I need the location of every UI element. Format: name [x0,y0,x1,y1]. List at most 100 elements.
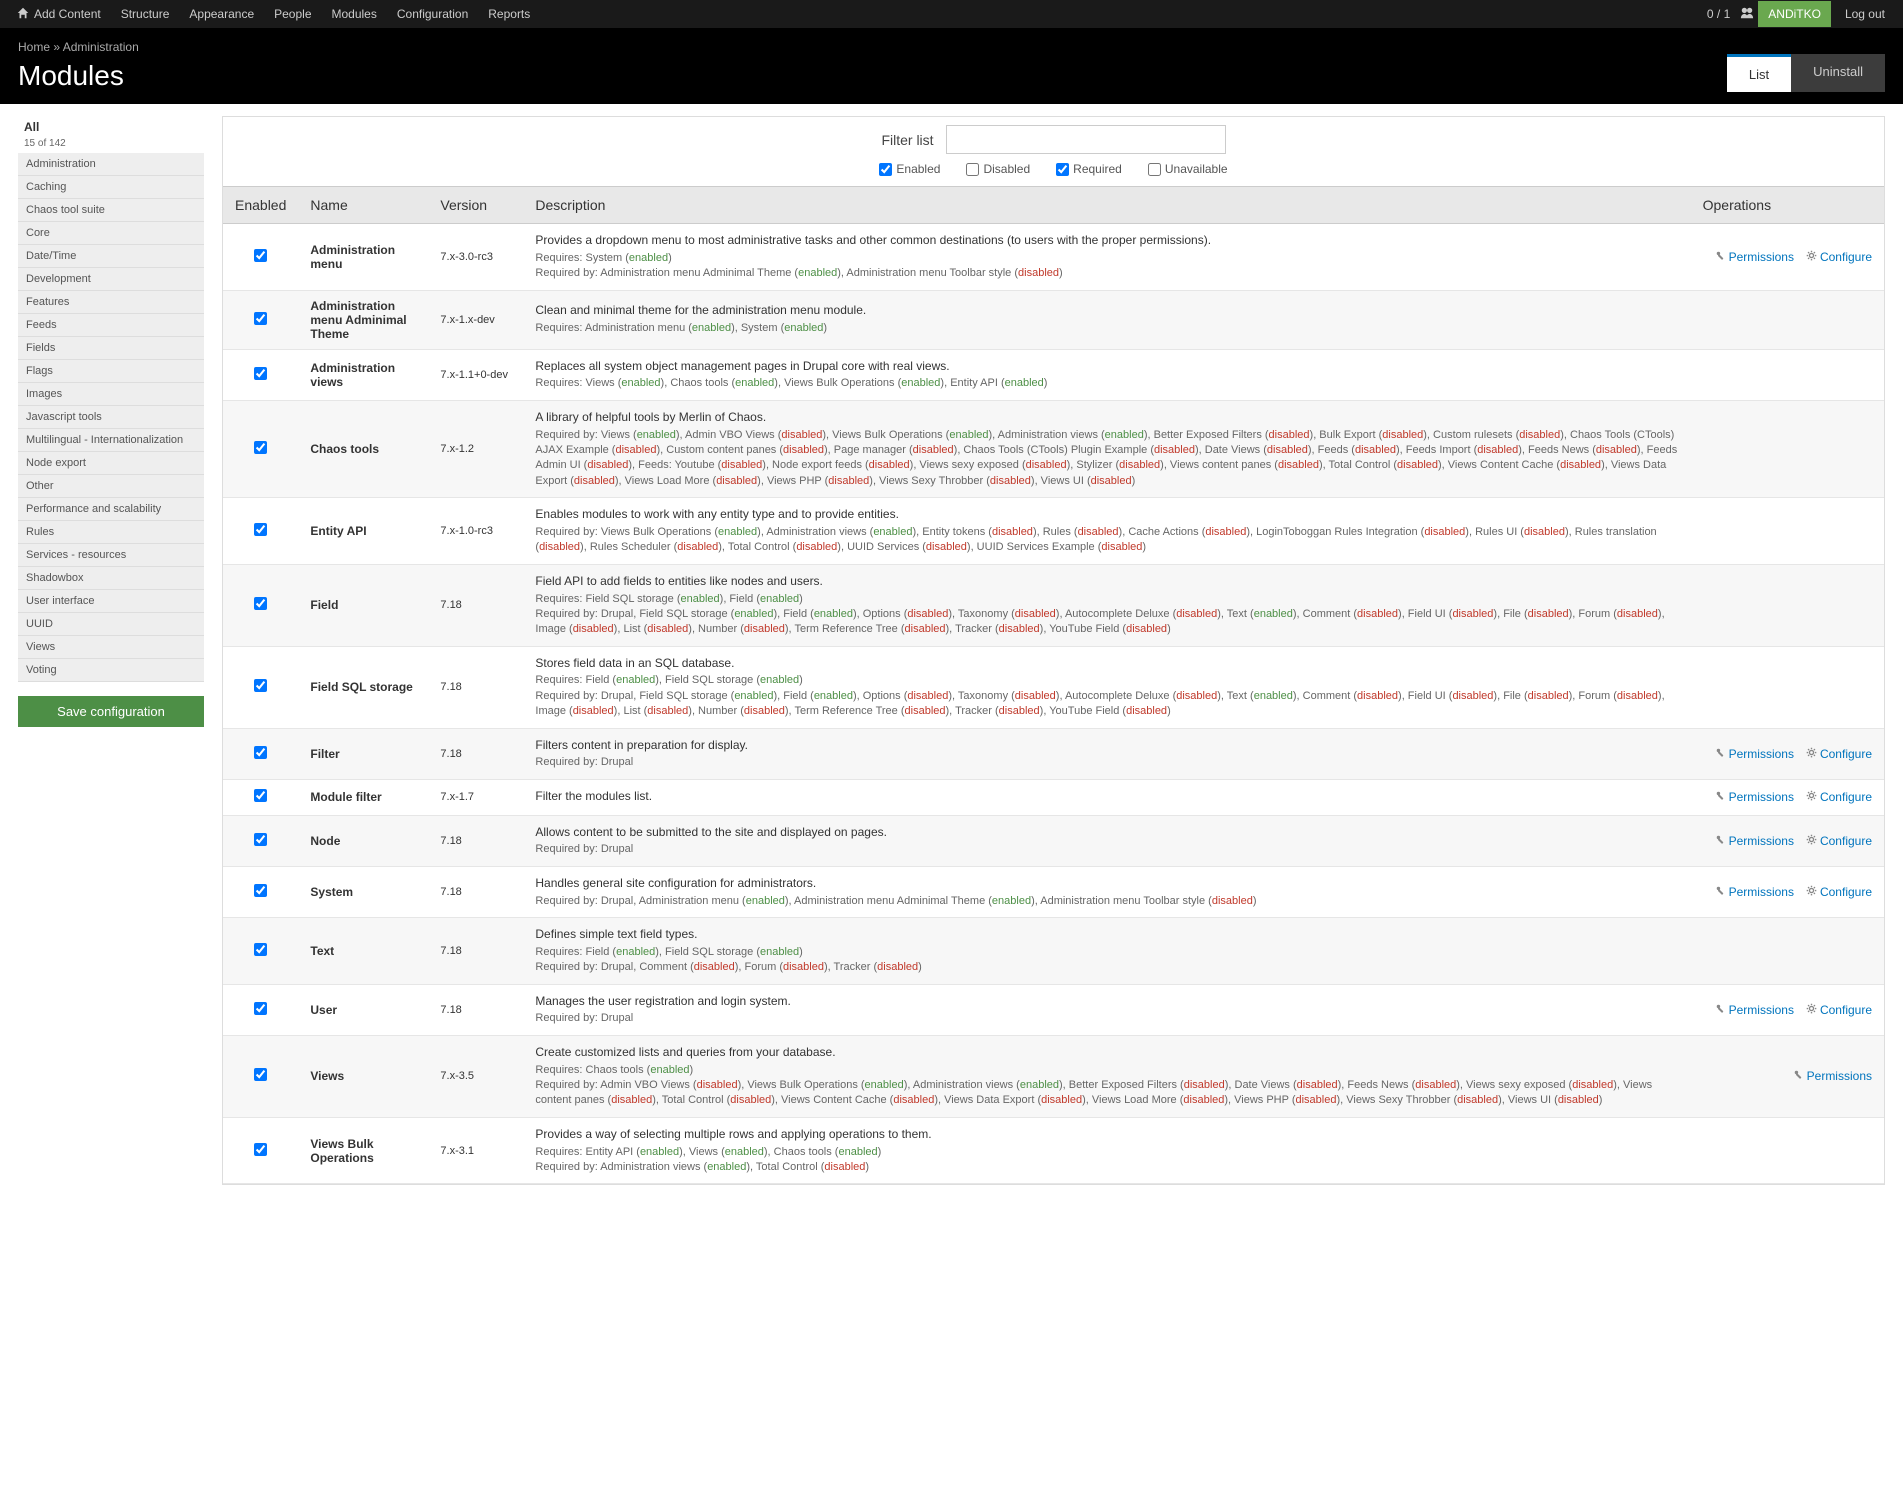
module-enabled-checkbox[interactable] [254,249,267,262]
configure-link[interactable]: Configure [1806,250,1872,264]
save-configuration-button[interactable]: Save configuration [18,696,204,727]
key-icon [1715,747,1726,761]
admin-menu-modules[interactable]: Modules [322,1,387,27]
home-icon[interactable] [8,6,24,23]
sidebar-item-performance-and-scalability[interactable]: Performance and scalability [18,498,204,521]
sidebar-item-views[interactable]: Views [18,636,204,659]
sidebar-item-services-resources[interactable]: Services - resources [18,544,204,567]
module-enabled-checkbox[interactable] [254,746,267,759]
sidebar-item-multilingual-internationalization[interactable]: Multilingual - Internationalization [18,429,204,452]
module-version: 7.x-1.0-rc3 [428,498,523,565]
permissions-link[interactable]: Permissions [1793,1069,1872,1083]
module-row: Administration menu Adminimal Theme7.x-1… [223,290,1884,349]
module-row: Node7.18Allows content to be submitted t… [223,815,1884,866]
module-name: Node [298,815,428,866]
module-name: Administration menu Adminimal Theme [298,290,428,349]
permissions-link[interactable]: Permissions [1715,250,1794,264]
sidebar-item-administration[interactable]: Administration [18,153,204,176]
configure-link[interactable]: Configure [1806,885,1872,899]
sidebar-item-voting[interactable]: Voting [18,659,204,682]
module-operations: Permissions Configure [1691,815,1884,866]
configure-link[interactable]: Configure [1806,747,1872,761]
module-enabled-checkbox[interactable] [254,1002,267,1015]
sidebar-item-date-time[interactable]: Date/Time [18,245,204,268]
filter-checkbox-disabled[interactable]: Disabled [966,162,1030,176]
username-button[interactable]: ANDiTKO [1758,1,1831,27]
filter-checkbox-unavailable[interactable]: Unavailable [1148,162,1228,176]
module-operations: Permissions Configure [1691,866,1884,917]
module-description: Filter the modules list. [523,779,1690,815]
admin-menu-add-content[interactable]: Add Content [24,1,111,27]
sidebar-item-flags[interactable]: Flags [18,360,204,383]
module-name: Views Bulk Operations [298,1117,428,1184]
configure-link[interactable]: Configure [1806,834,1872,848]
sidebar-item-caching[interactable]: Caching [18,176,204,199]
breadcrumb-home[interactable]: Home [18,40,50,54]
permissions-link[interactable]: Permissions [1715,747,1794,761]
permissions-link[interactable]: Permissions [1715,834,1794,848]
module-enabled-checkbox[interactable] [254,1068,267,1081]
permissions-link[interactable]: Permissions [1715,1003,1794,1017]
module-enabled-checkbox[interactable] [254,1143,267,1156]
module-row: Views Bulk Operations7.x-3.1Provides a w… [223,1117,1884,1184]
module-description: Defines simple text field types.Requires… [523,918,1690,985]
permissions-link[interactable]: Permissions [1715,885,1794,899]
sidebar-item-rules[interactable]: Rules [18,521,204,544]
sidebar-item-user-interface[interactable]: User interface [18,590,204,613]
sidebar-item-images[interactable]: Images [18,383,204,406]
module-enabled-checkbox[interactable] [254,884,267,897]
module-description: Clean and minimal theme for the administ… [523,290,1690,349]
sidebar-item-uuid[interactable]: UUID [18,613,204,636]
sidebar-item-javascript-tools[interactable]: Javascript tools [18,406,204,429]
sidebar-item-core[interactable]: Core [18,222,204,245]
configure-link[interactable]: Configure [1806,790,1872,804]
module-name: Views [298,1035,428,1117]
module-name: Entity API [298,498,428,565]
module-enabled-checkbox[interactable] [254,833,267,846]
module-name: Field [298,564,428,646]
admin-menu-structure[interactable]: Structure [111,1,180,27]
admin-menu-appearance[interactable]: Appearance [179,1,264,27]
filter-checkbox-required[interactable]: Required [1056,162,1122,176]
sidebar-item-node-export[interactable]: Node export [18,452,204,475]
module-version: 7.18 [428,866,523,917]
logout-link[interactable]: Log out [1835,1,1895,27]
breadcrumb-admin[interactable]: Administration [63,40,139,54]
module-version: 7.x-3.1 [428,1117,523,1184]
key-icon [1715,250,1726,264]
filter-checkbox-enabled[interactable]: Enabled [879,162,940,176]
users-icon[interactable] [1740,6,1754,23]
sidebar-item-feeds[interactable]: Feeds [18,314,204,337]
tab-uninstall[interactable]: Uninstall [1791,54,1885,92]
module-description: Provides a way of selecting multiple row… [523,1117,1690,1184]
module-enabled-checkbox[interactable] [254,789,267,802]
module-enabled-checkbox[interactable] [254,679,267,692]
module-enabled-checkbox[interactable] [254,441,267,454]
module-enabled-checkbox[interactable] [254,943,267,956]
sidebar-item-features[interactable]: Features [18,291,204,314]
module-enabled-checkbox[interactable] [254,523,267,536]
gear-icon [1806,790,1817,804]
module-row: Administration views7.x-1.1+0-devReplace… [223,349,1884,400]
module-row: System7.18Handles general site configura… [223,866,1884,917]
permissions-link[interactable]: Permissions [1715,790,1794,804]
admin-menu-configuration[interactable]: Configuration [387,1,478,27]
module-operations [1691,349,1884,400]
sidebar-item-chaos-tool-suite[interactable]: Chaos tool suite [18,199,204,222]
configure-link[interactable]: Configure [1806,1003,1872,1017]
module-version: 7.x-3.0-rc3 [428,224,523,291]
module-enabled-checkbox[interactable] [254,312,267,325]
module-enabled-checkbox[interactable] [254,597,267,610]
sidebar-item-other[interactable]: Other [18,475,204,498]
sidebar-item-development[interactable]: Development [18,268,204,291]
sidebar-item-shadowbox[interactable]: Shadowbox [18,567,204,590]
sidebar-item-fields[interactable]: Fields [18,337,204,360]
admin-toolbar: Add ContentStructureAppearancePeopleModu… [0,0,1903,28]
admin-menu-people[interactable]: People [264,1,321,27]
filter-input[interactable] [946,125,1226,154]
tab-list[interactable]: List [1727,54,1791,92]
tabs: List Uninstall [1727,54,1885,92]
admin-menu-reports[interactable]: Reports [478,1,540,27]
col-operations: Operations [1691,187,1884,224]
module-enabled-checkbox[interactable] [254,367,267,380]
